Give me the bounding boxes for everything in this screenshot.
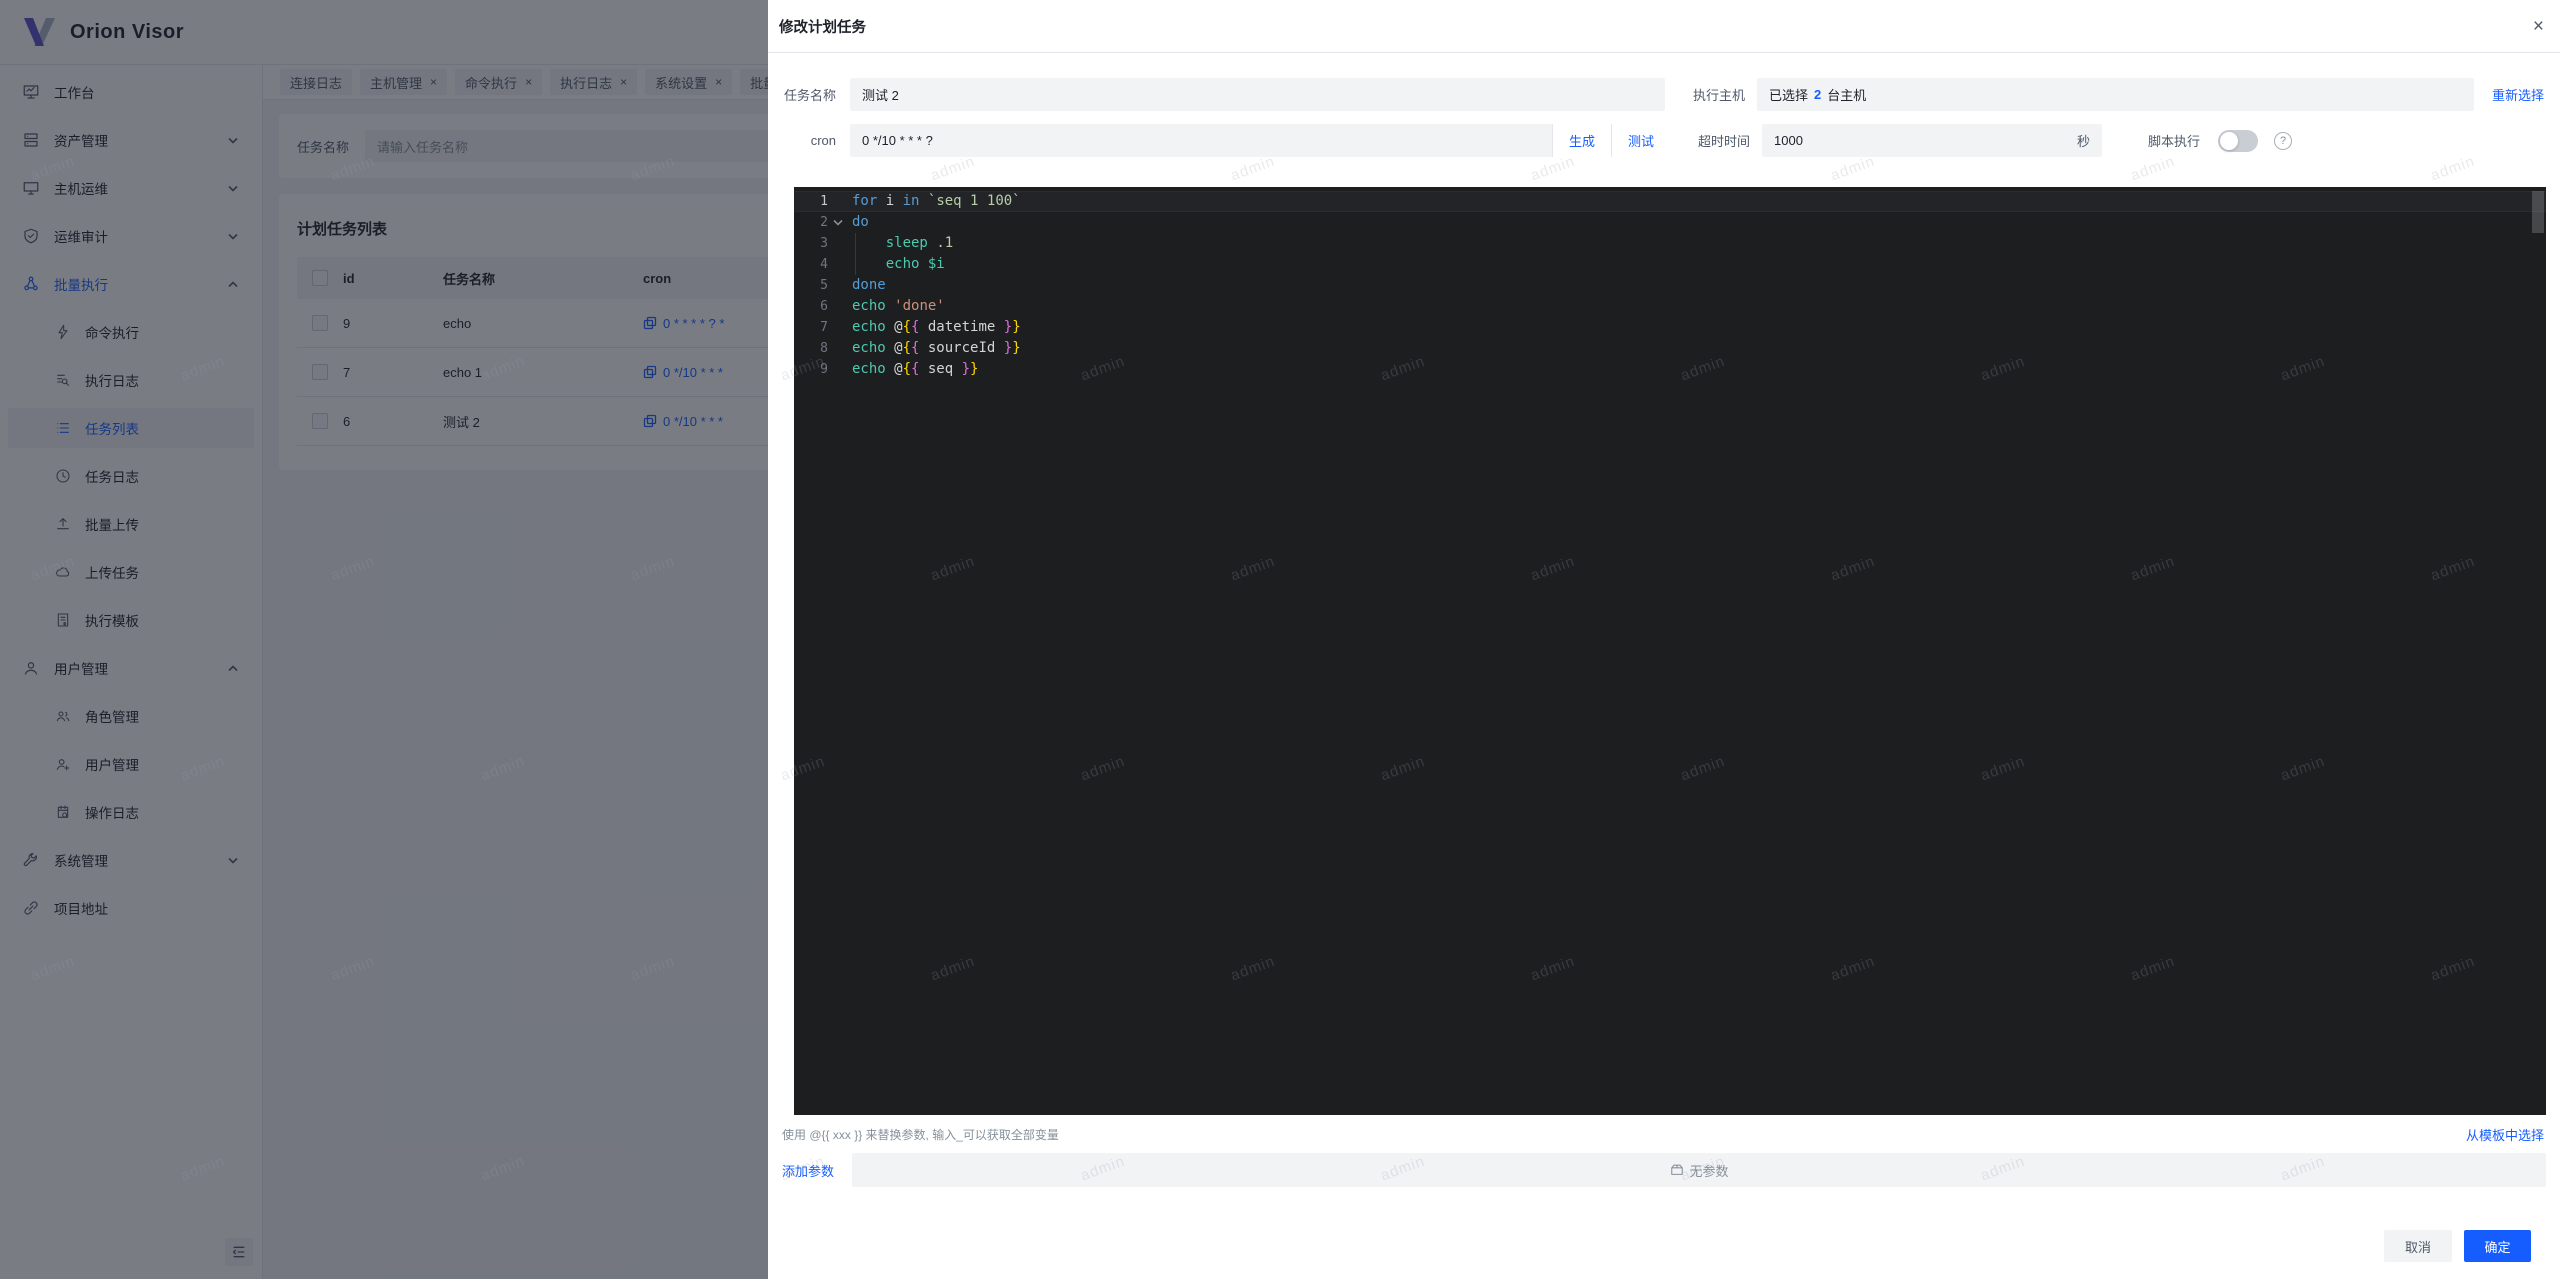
line-number: 9 [794, 359, 828, 380]
help-icon[interactable]: ? [2274, 132, 2292, 150]
choose-from-template-link[interactable]: 从模板中选择 [2466, 1125, 2544, 1144]
line-number: 6 [794, 296, 828, 317]
editor-line: 3 sleep .1 [794, 233, 2546, 254]
editor-line: 9echo @{{ seq }} [794, 359, 2546, 380]
fold-chevron-icon[interactable] [828, 212, 848, 233]
host-selected-prefix: 已选择 [1769, 85, 1808, 104]
editor-hint-row: 使用 @{{ xxx }} 来替换参数, 输入_可以获取全部变量 从模板中选择 [782, 1121, 2544, 1147]
drawer-header: 修改计划任务 × [768, 0, 2560, 53]
toggle-knob [2220, 132, 2238, 150]
app-root: Orion Visor 工作台资产管理主机运维运维审计批量执行命令执行执行日志任… [0, 0, 2560, 1279]
cron-input-group: 0 */10 * * * ? 生成 测试 [850, 124, 1670, 157]
timeout-unit: 秒 [2077, 131, 2090, 150]
param-hint-text: 使用 @{{ xxx }} 来替换参数, 输入_可以获取全部变量 [782, 1126, 1059, 1143]
script-exec-label: 脚本执行 [2148, 131, 2200, 150]
chevron-down-icon [831, 216, 845, 229]
cron-generate-button[interactable]: 生成 [1552, 124, 1611, 157]
cron-label: cron [780, 133, 836, 148]
edit-task-drawer: 修改计划任务 × 任务名称 测试 2 执行主机 已选择 2 台主机 重新选择 c… [768, 0, 2560, 1279]
line-number: 2 [794, 212, 828, 233]
drawer-title: 修改计划任务 [779, 16, 866, 37]
form-row-2: cron 0 */10 * * * ? 生成 测试 超时时间 1000 秒 脚本… [780, 124, 2546, 157]
line-number: 8 [794, 338, 828, 359]
editor-line: 4 echo $i [794, 254, 2546, 275]
selected-hosts-box: 已选择 2 台主机 [1757, 78, 2474, 111]
task-name-input[interactable]: 测试 2 [850, 78, 1665, 111]
line-number: 4 [794, 254, 828, 275]
cron-input[interactable]: 0 */10 * * * ? [850, 124, 1552, 157]
line-number: 3 [794, 233, 828, 254]
exec-host-label: 执行主机 [1667, 85, 1745, 104]
timeout-label: 超时时间 [1672, 131, 1750, 150]
host-selected-count: 2 [1814, 87, 1821, 102]
reselect-hosts-link[interactable]: 重新选择 [2492, 85, 2544, 104]
param-row: 添加参数 无参数 [780, 1153, 2546, 1187]
form-row-1: 任务名称 测试 2 执行主机 已选择 2 台主机 重新选择 [780, 78, 2546, 111]
editor-line: 2do [794, 212, 2546, 233]
drawer-footer: 取消 确定 [780, 1230, 2546, 1279]
editor-line: 7echo @{{ datetime }} [794, 317, 2546, 338]
no-param-box: 无参数 [852, 1153, 2546, 1187]
editor-line: 8echo @{{ sourceId }} [794, 338, 2546, 359]
editor-line: 6echo 'done' [794, 296, 2546, 317]
close-icon[interactable]: × [2533, 17, 2544, 36]
editor-line: 5done [794, 275, 2546, 296]
modal-mask[interactable] [0, 0, 768, 1279]
empty-box-icon [1670, 1163, 1684, 1177]
timeout-value: 1000 [1774, 133, 1803, 148]
line-number: 5 [794, 275, 828, 296]
drawer-body: 任务名称 测试 2 执行主机 已选择 2 台主机 重新选择 cron 0 */1… [768, 53, 2560, 1279]
no-param-text: 无参数 [1690, 1161, 1729, 1180]
host-selected-suffix: 台主机 [1827, 85, 1866, 104]
script-exec-toggle[interactable] [2218, 130, 2258, 152]
confirm-button[interactable]: 确定 [2464, 1230, 2531, 1262]
cron-test-button[interactable]: 测试 [1611, 124, 1670, 157]
line-number: 1 [794, 192, 828, 211]
cancel-button[interactable]: 取消 [2384, 1230, 2452, 1262]
add-param-link[interactable]: 添加参数 [782, 1161, 834, 1180]
editor-line: 1for i in `seq 1 100` [794, 191, 2546, 212]
script-code-editor[interactable]: 1for i in `seq 1 100`2do3 sleep .14 echo… [794, 187, 2546, 1115]
editor-scrollbar[interactable] [2532, 191, 2544, 233]
task-name-label: 任务名称 [780, 85, 836, 104]
line-number: 7 [794, 317, 828, 338]
timeout-input[interactable]: 1000 秒 [1762, 124, 2102, 157]
